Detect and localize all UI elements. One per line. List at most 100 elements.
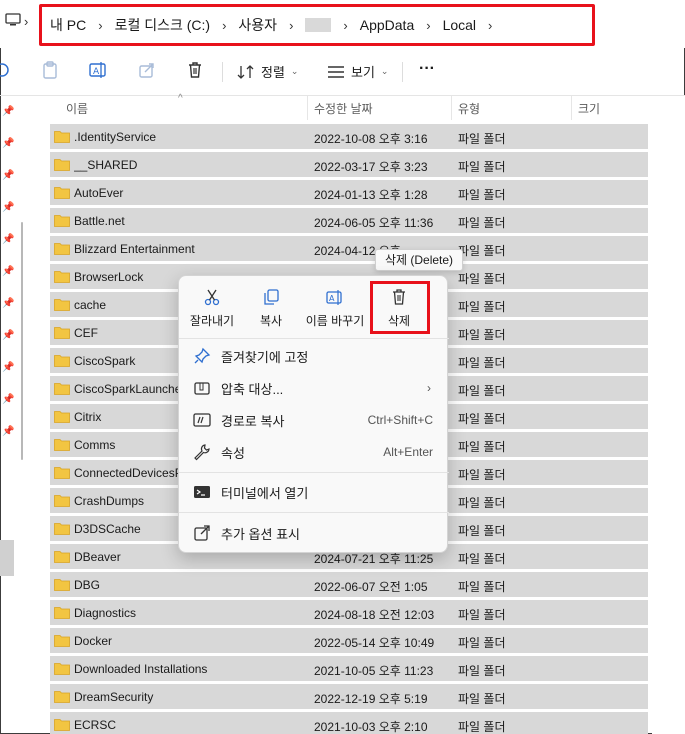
- breadcrumb-item-my-pc[interactable]: 내 PC: [50, 15, 86, 35]
- table-row[interactable]: DreamSecurity 2022-12-19 오후 5:19 파일 폴더: [50, 684, 648, 709]
- svg-text:A: A: [93, 67, 100, 77]
- pin-icon[interactable]: 📌: [2, 362, 14, 373]
- pin-icon[interactable]: 📌: [2, 330, 14, 341]
- pin-icon[interactable]: 📌: [2, 394, 14, 405]
- row-type: 파일 폴더: [458, 692, 506, 706]
- column-header-size[interactable]: 크기: [578, 100, 600, 117]
- nav-selected-item[interactable]: [0, 540, 14, 576]
- row-type: 파일 폴더: [458, 412, 506, 426]
- copy-button[interactable]: 복사: [251, 288, 291, 329]
- table-row[interactable]: __SHARED 2022-03-17 오후 3:23 파일 폴더: [50, 152, 648, 177]
- nav-scrollbar[interactable]: [21, 222, 23, 460]
- breadcrumb-item-local-disk[interactable]: 로컬 디스크 (C:): [115, 15, 211, 35]
- table-row[interactable]: Docker 2022-05-14 오후 10:49 파일 폴더: [50, 628, 648, 653]
- new-item-icon[interactable]: [0, 60, 12, 80]
- zip-folder-icon: [194, 382, 210, 395]
- chevron-right-icon[interactable]: ›: [222, 18, 226, 33]
- cut-button[interactable]: 잘라내기: [187, 288, 237, 329]
- sort-label: 정렬: [261, 65, 285, 80]
- cut-label: 잘라내기: [189, 314, 235, 328]
- chevron-right-icon[interactable]: ›: [24, 14, 28, 29]
- row-type: 파일 폴더: [458, 216, 506, 230]
- breadcrumb-item-appdata[interactable]: AppData: [360, 17, 414, 33]
- row-type: 파일 폴더: [458, 580, 506, 594]
- sort-button[interactable]: 정렬 ⌄: [237, 62, 298, 81]
- chevron-right-icon[interactable]: ›: [98, 18, 102, 33]
- menu-item-pin-to-quick-access[interactable]: 즐겨찾기에 고정: [179, 341, 449, 371]
- row-type: 파일 폴더: [458, 636, 506, 650]
- delete-tooltip: 삭제 (Delete): [375, 249, 463, 271]
- folder-icon: [54, 383, 70, 395]
- folder-icon: [54, 243, 70, 255]
- breadcrumb-item-username-redacted[interactable]: [305, 18, 332, 32]
- pin-icon[interactable]: 📌: [2, 202, 14, 213]
- paste-icon[interactable]: [40, 60, 60, 80]
- copy-path-icon: [193, 413, 211, 427]
- menu-item-copy-as-path[interactable]: 경로로 복사 Ctrl+Shift+C: [179, 405, 449, 435]
- view-button[interactable]: 보기 ⌄: [327, 62, 388, 81]
- menu-item-open-in-terminal[interactable]: 터미널에서 열기: [179, 477, 449, 507]
- folder-icon: [54, 131, 70, 143]
- chevron-right-icon[interactable]: ›: [289, 18, 293, 33]
- chevron-right-icon[interactable]: ›: [488, 18, 492, 33]
- address-bar: › 내 PC › 로컬 디스크 (C:) › 사용자 › › AppData ›…: [0, 0, 685, 48]
- chevron-down-icon: ⌄: [290, 66, 299, 76]
- delete-icon[interactable]: [185, 60, 205, 80]
- column-divider[interactable]: [571, 96, 572, 120]
- row-name: Diagnostics: [74, 606, 137, 620]
- row-type: 파일 폴더: [458, 468, 506, 482]
- folder-icon: [54, 663, 70, 675]
- folder-icon: [54, 327, 70, 339]
- column-header-name[interactable]: 이름: [66, 100, 88, 117]
- table-row[interactable]: Diagnostics 2024-08-18 오전 12:03 파일 폴더: [50, 600, 648, 625]
- computer-icon[interactable]: [5, 13, 21, 27]
- menu-item-show-more-options[interactable]: 추가 옵션 표시: [179, 518, 449, 548]
- column-header-type[interactable]: 유형: [458, 100, 480, 117]
- share-icon[interactable]: [137, 60, 157, 80]
- more-options-button[interactable]: ···: [419, 60, 435, 78]
- folder-icon: [54, 299, 70, 311]
- menu-item-properties[interactable]: 속성 Alt+Enter: [179, 437, 449, 467]
- toolbar-divider: [222, 62, 223, 82]
- column-divider[interactable]: [307, 96, 308, 120]
- folder-icon: [54, 635, 70, 647]
- table-row[interactable]: ECRSC 2021-10-03 오후 2:10 파일 폴더: [50, 712, 648, 734]
- breadcrumb-item-users[interactable]: 사용자: [238, 15, 277, 35]
- table-row[interactable]: DBG 2022-06-07 오전 1:05 파일 폴더: [50, 572, 648, 597]
- folder-icon: [54, 159, 70, 171]
- pin-icon[interactable]: 📌: [2, 298, 14, 309]
- context-menu-quick-actions: 잘라내기 복사 A 이름 바꾸기 삭제: [179, 276, 449, 336]
- chevron-right-icon[interactable]: ›: [343, 18, 347, 33]
- table-row[interactable]: AutoEver 2024-01-13 오후 1:28 파일 폴더: [50, 180, 648, 205]
- pin-icon[interactable]: 📌: [2, 266, 14, 277]
- column-header-modified[interactable]: 수정한 날짜: [314, 100, 373, 117]
- menu-item-compress-to[interactable]: 압축 대상... ›: [179, 373, 449, 403]
- table-row[interactable]: .IdentityService 2022-10-08 오후 3:16 파일 폴더: [50, 124, 648, 149]
- row-type: 파일 폴더: [458, 328, 506, 342]
- pin-icon[interactable]: 📌: [2, 426, 14, 437]
- row-name: Downloaded Installations: [74, 662, 208, 676]
- pin-icon[interactable]: 📌: [2, 234, 14, 245]
- pin-icon[interactable]: 📌: [2, 138, 14, 149]
- table-row[interactable]: Battle.net 2024-06-05 오후 11:36 파일 폴더: [50, 208, 648, 233]
- folder-icon: [54, 355, 70, 367]
- chevron-right-icon[interactable]: ›: [426, 18, 430, 33]
- pin-icon[interactable]: 📌: [2, 170, 14, 181]
- folder-icon: [54, 271, 70, 283]
- table-row[interactable]: Blizzard Entertainment 2024-04-12 오후 파일 폴…: [50, 236, 648, 261]
- column-divider[interactable]: [451, 96, 452, 120]
- delete-highlight-box: [370, 281, 430, 334]
- breadcrumb-item-local[interactable]: Local: [443, 17, 476, 33]
- rename-button[interactable]: A 이름 바꾸기: [301, 288, 369, 329]
- folder-icon: [54, 187, 70, 199]
- row-type: 파일 폴더: [458, 524, 506, 538]
- navigation-pane: 📌 📌 📌 📌 📌 📌 📌 📌 📌 📌 📌: [0, 96, 18, 734]
- command-bar: A 정렬 ⌄ 보기 ⌄ ···: [0, 48, 685, 96]
- copy-icon: [264, 289, 279, 305]
- folder-icon: [54, 719, 70, 731]
- rename-icon[interactable]: A: [88, 60, 108, 80]
- menu-item-label: 압축 대상...: [221, 381, 284, 397]
- table-row[interactable]: Downloaded Installations 2021-10-05 오후 11…: [50, 656, 648, 681]
- row-type: 파일 폴더: [458, 608, 506, 622]
- pin-icon[interactable]: 📌: [2, 106, 14, 117]
